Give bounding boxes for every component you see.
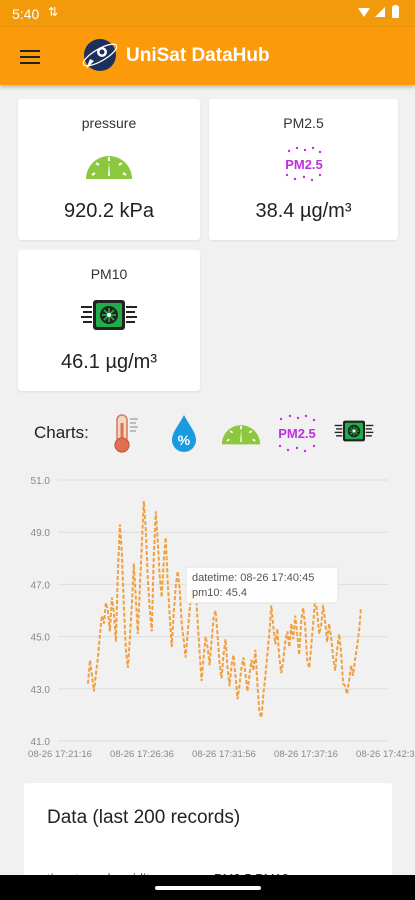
x-tick-label: 08-26 17:37:16 xyxy=(274,749,338,760)
pm10-card[interactable]: PM10 46.1 µg/m³ xyxy=(18,250,200,391)
y-tick-label: 47.0 xyxy=(31,580,51,591)
home-gesture-handle[interactable] xyxy=(155,886,261,890)
tooltip-text: pm10: 45.4 xyxy=(192,587,247,599)
pm25-card[interactable]: PM2.5 PM2.5 38.4 µg/m³ xyxy=(209,99,398,240)
y-tick-label: 43.0 xyxy=(31,685,51,696)
svg-text:%: % xyxy=(178,432,191,448)
pm25-icon[interactable]: PM2.5 xyxy=(274,413,320,453)
card-value: 920.2 kPa xyxy=(63,200,155,222)
y-tick-label: 41.0 xyxy=(31,737,51,748)
humidity-icon[interactable]: % xyxy=(169,413,199,453)
pm25-icon-text: PM2.5 xyxy=(285,157,323,172)
pm25-icon: PM2.5 xyxy=(285,146,323,182)
data-table-title: Data (last 200 records) xyxy=(47,807,241,828)
card-value: 38.4 µg/m³ xyxy=(255,200,352,222)
y-tick-label: 45.0 xyxy=(31,633,51,644)
chart-tooltip: datetime: 08-26 17:40:45 pm10: 45.4 xyxy=(185,566,339,604)
x-tick-label: 08-26 17:31:56 xyxy=(192,749,256,760)
card-label: PM2.5 xyxy=(283,115,324,131)
pm10-icon xyxy=(81,300,137,330)
y-tick-label: 49.0 xyxy=(31,528,51,539)
x-tick-label: 08-26 17:26:36 xyxy=(110,749,174,760)
menu-button[interactable] xyxy=(14,42,46,70)
chart-canvas[interactable]: 41.0 43.0 45.0 47.0 49.0 51.0 08-26 17:21:16 08… xyxy=(0,465,415,765)
system-nav-bar xyxy=(0,875,415,900)
status-bar: 5:40 ⇅ xyxy=(0,0,415,27)
charts-selector: Charts: % PM2.5 xyxy=(0,408,415,458)
status-time: 5:40 xyxy=(12,6,40,22)
status-icons xyxy=(357,5,403,22)
y-tick-label: 51.0 xyxy=(31,476,51,487)
data-indicator-icon: ⇅ xyxy=(48,5,59,19)
x-tick-label: 08-26 17:21:16 xyxy=(28,749,92,760)
pm25-icon-text: PM2.5 xyxy=(278,426,316,441)
x-tick-label: 08-26 17:42:36 xyxy=(356,749,415,760)
pm10-icon[interactable] xyxy=(334,418,374,444)
card-value: 46.1 µg/m³ xyxy=(60,351,157,373)
tooltip-text: datetime: 08-26 17:40:45 xyxy=(192,572,314,584)
pressure-card[interactable]: pressure 920.2 kPa xyxy=(18,99,200,240)
gauge-icon[interactable] xyxy=(220,416,262,446)
thermometer-icon[interactable] xyxy=(113,413,141,453)
card-label: PM10 xyxy=(90,266,128,282)
unisat-logo-icon xyxy=(82,39,118,71)
charts-label: Charts: xyxy=(34,423,89,442)
wifi-signal-battery-icon xyxy=(358,5,399,18)
series-line-pm10[interactable] xyxy=(87,500,362,718)
card-label: pressure xyxy=(81,115,137,131)
gauge-icon xyxy=(86,156,132,179)
app-title: UniSat DataHub xyxy=(126,45,270,66)
app-bar: UniSat DataHub xyxy=(0,27,415,85)
pm10-line-chart[interactable]: 41.0 43.0 45.0 47.0 49.0 51.0 08-26 17:21:16 08… xyxy=(0,465,415,765)
